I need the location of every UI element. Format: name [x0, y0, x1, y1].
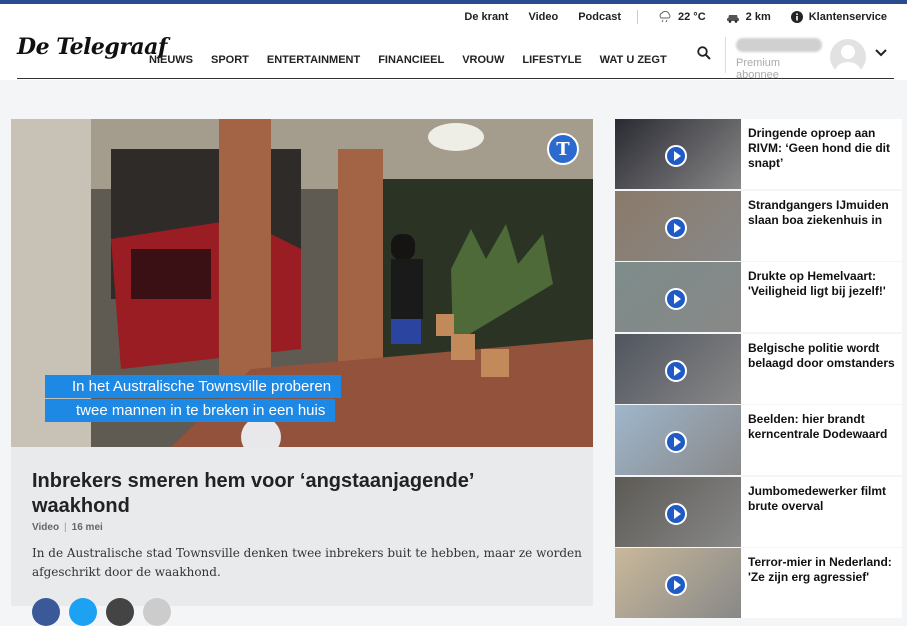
- list-item[interactable]: Dringende oproep aan RIVM: ‘Geen hond di…: [615, 119, 902, 189]
- list-item-title: Drukte op Hemelvaart: 'Veiligheid ligt b…: [748, 269, 886, 298]
- nav-item-sport[interactable]: SPORT: [211, 54, 249, 66]
- list-item-title: Jumbomedewerker filmt brute overval: [748, 484, 887, 513]
- weather-temp: 22 °C: [678, 11, 706, 23]
- list-item-title: Terror-mier in Nederland: 'Ze zijn erg a…: [748, 555, 892, 584]
- weather-widget[interactable]: 22 °C: [658, 11, 706, 23]
- list-item-title: Strandgangers IJmuiden slaan boa ziekenh…: [748, 198, 889, 227]
- caption-line-2: twee mannen in te breken in een huis: [45, 399, 336, 422]
- chevron-down-icon[interactable]: [875, 49, 887, 57]
- play-icon[interactable]: [665, 431, 687, 453]
- utility-divider: [637, 10, 639, 24]
- play-icon[interactable]: [665, 360, 687, 382]
- hero-article-card[interactable]: Inbrekers smeren hem voor ‘angstaanjagen…: [11, 447, 593, 626]
- main-nav: NIEUWS SPORT ENTERTAINMENT FINANCIEEL VR…: [149, 54, 685, 66]
- list-item[interactable]: Drukte op Hemelvaart: 'Veiligheid ligt b…: [615, 262, 902, 332]
- article-category: Video: [32, 522, 60, 533]
- avatar[interactable]: [830, 39, 866, 75]
- list-item-title: Belgische politie wordt belaagd door oms…: [748, 341, 895, 370]
- article-lead: In de Australische stad Townsville denke…: [32, 546, 582, 579]
- email-share-button[interactable]: [106, 598, 134, 626]
- article-date: 16 mei: [71, 522, 103, 533]
- facebook-share-button[interactable]: [32, 598, 60, 626]
- hero-video[interactable]: T In het Australische Townsville probere…: [11, 119, 593, 447]
- list-item[interactable]: Beelden: hier brandt kerncentrale Dodewa…: [615, 405, 902, 475]
- caption-line-1: In het Australische Townsville proberen: [45, 375, 342, 398]
- traffic-km: 2 km: [745, 11, 771, 23]
- nav-item-vrouw[interactable]: VROUW: [462, 54, 504, 66]
- account-divider: [725, 37, 726, 73]
- more-share-button[interactable]: [143, 598, 171, 626]
- search-icon[interactable]: [697, 46, 711, 60]
- video-caption: In het Australische Townsville proberen …: [45, 375, 342, 423]
- play-icon[interactable]: [665, 574, 687, 596]
- play-icon[interactable]: [665, 503, 687, 525]
- list-item-title: Beelden: hier brandt kerncentrale Dodewa…: [748, 412, 888, 441]
- krant-link[interactable]: De krant: [464, 11, 508, 23]
- nav-item-financieel[interactable]: FINANCIEEL: [378, 54, 444, 66]
- nav-item-entertainment[interactable]: ENTERTAINMENT: [267, 54, 360, 66]
- play-icon[interactable]: [665, 145, 687, 167]
- cloud-rain-icon: [659, 11, 671, 23]
- twitter-share-button[interactable]: [69, 598, 97, 626]
- list-item[interactable]: Belgische politie wordt belaagd door oms…: [615, 334, 902, 404]
- podcast-link[interactable]: Podcast: [578, 11, 621, 23]
- account-name-redacted: [736, 38, 822, 52]
- nav-item-wat-u-zegt[interactable]: WAT U ZEGT: [600, 54, 667, 66]
- nav-item-lifestyle[interactable]: LIFESTYLE: [522, 54, 581, 66]
- video-link[interactable]: Video: [528, 11, 558, 23]
- list-item-title: Dringende oproep aan RIVM: ‘Geen hond di…: [748, 126, 890, 170]
- meta-divider: |: [64, 522, 67, 533]
- play-icon[interactable]: [665, 288, 687, 310]
- article-title[interactable]: Inbrekers smeren hem voor ‘angstaanjagen…: [32, 469, 552, 519]
- play-icon[interactable]: [665, 217, 687, 239]
- car-icon: [726, 15, 739, 23]
- site-logo[interactable]: De Telegraaf: [17, 34, 167, 60]
- list-item[interactable]: Jumbomedewerker filmt brute overval: [615, 477, 902, 547]
- list-item[interactable]: Terror-mier in Nederland: 'Ze zijn erg a…: [615, 548, 902, 618]
- account-info[interactable]: Premium abonnee: [736, 38, 824, 81]
- site-header: De krant Video Podcast 22 °C 2 km Klante…: [0, 4, 907, 81]
- traffic-widget[interactable]: 2 km: [726, 11, 771, 23]
- share-buttons: [32, 598, 180, 626]
- header-rule: [17, 78, 894, 79]
- list-item[interactable]: Strandgangers IJmuiden slaan boa ziekenh…: [615, 191, 902, 261]
- utility-bar: De krant Video Podcast 22 °C 2 km Klante…: [444, 10, 887, 24]
- telegraaf-badge: T: [547, 133, 579, 165]
- article-meta: Video | 16 mei: [32, 522, 103, 533]
- info-icon: [790, 11, 803, 23]
- customer-service-label: Klantenservice: [808, 11, 887, 23]
- nav-item-nieuws[interactable]: NIEUWS: [149, 54, 193, 66]
- customer-service-link[interactable]: Klantenservice: [790, 11, 887, 23]
